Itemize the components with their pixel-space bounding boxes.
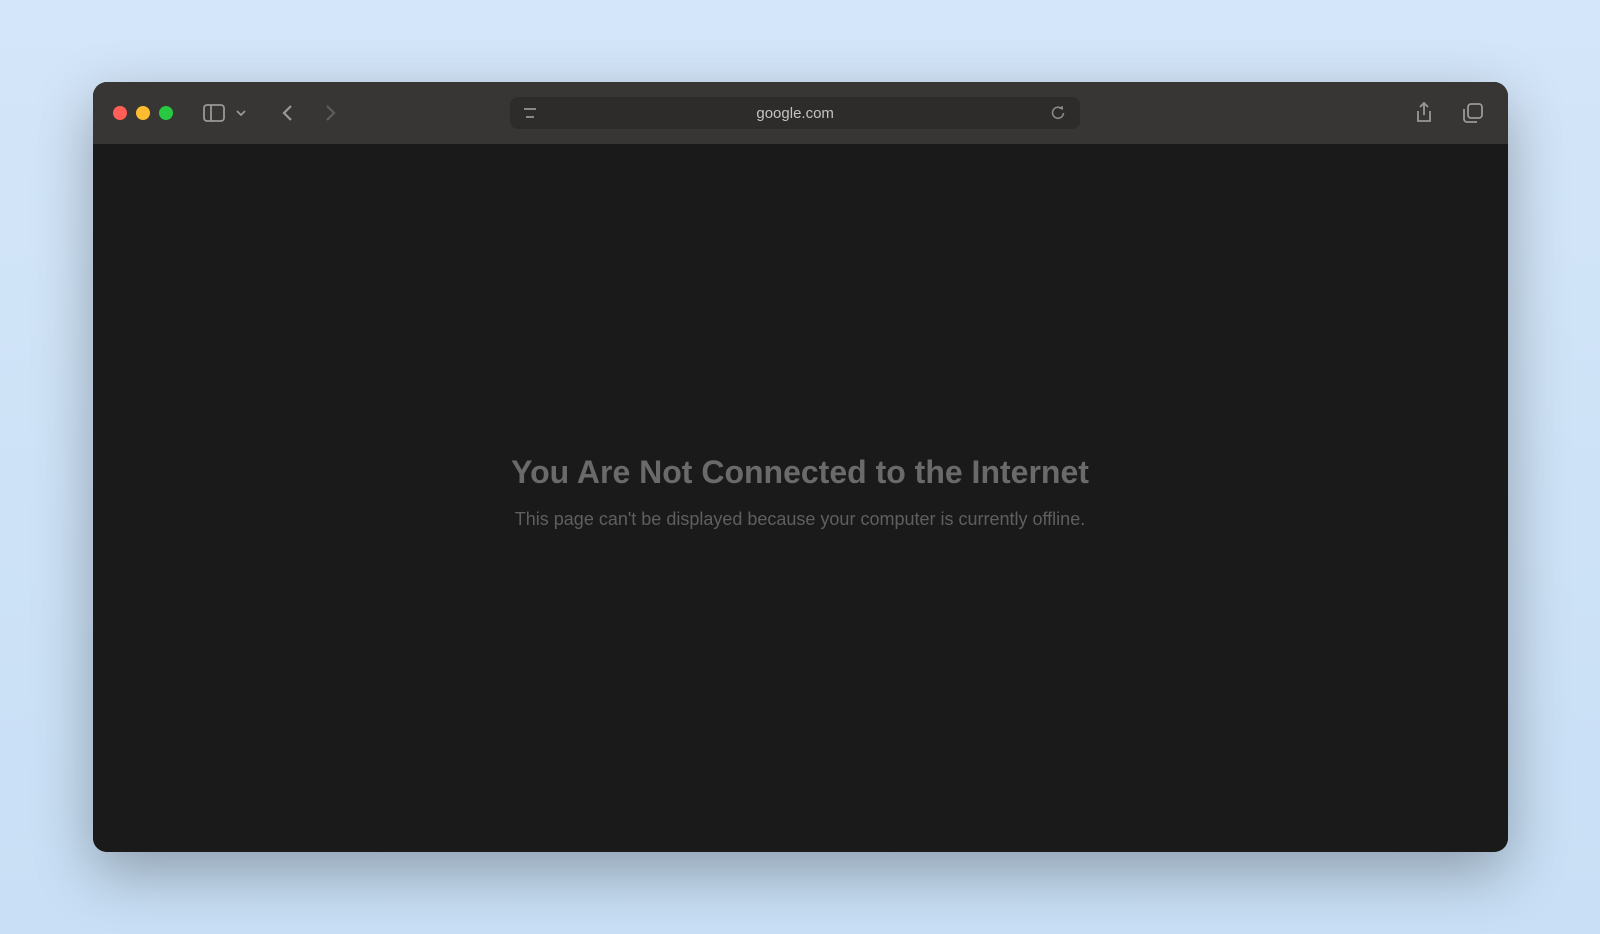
maximize-window-button[interactable]: [159, 106, 173, 120]
sidebar-toggle-group: [199, 100, 251, 126]
share-button[interactable]: [1411, 98, 1437, 128]
sidebar-toggle-button[interactable]: [199, 100, 229, 126]
chevron-left-icon: [281, 103, 295, 123]
navigation-buttons: [277, 99, 341, 127]
sidebar-icon: [203, 104, 225, 122]
sidebar-dropdown-button[interactable]: [231, 105, 251, 121]
text-size-icon: [524, 106, 540, 120]
reload-button[interactable]: [1046, 101, 1070, 125]
url-text: google.com: [756, 105, 834, 122]
chevron-right-icon: [323, 103, 337, 123]
share-icon: [1415, 102, 1433, 124]
toolbar-right-buttons: [1411, 98, 1487, 128]
back-button[interactable]: [277, 99, 299, 127]
tabs-icon: [1463, 103, 1483, 123]
chevron-down-icon: [235, 109, 247, 117]
minimize-window-button[interactable]: [136, 106, 150, 120]
browser-window: google.com: [93, 82, 1508, 852]
browser-toolbar: google.com: [93, 82, 1508, 144]
page-content: You Are Not Connected to the Internet Th…: [93, 144, 1508, 852]
site-settings-button[interactable]: [520, 102, 544, 124]
tabs-button[interactable]: [1459, 98, 1487, 128]
error-message: This page can't be displayed because you…: [515, 509, 1085, 530]
error-heading: You Are Not Connected to the Internet: [511, 454, 1089, 491]
reload-icon: [1050, 105, 1066, 121]
window-controls: [113, 106, 173, 120]
close-window-button[interactable]: [113, 106, 127, 120]
forward-button[interactable]: [319, 99, 341, 127]
address-bar[interactable]: google.com: [510, 97, 1080, 129]
